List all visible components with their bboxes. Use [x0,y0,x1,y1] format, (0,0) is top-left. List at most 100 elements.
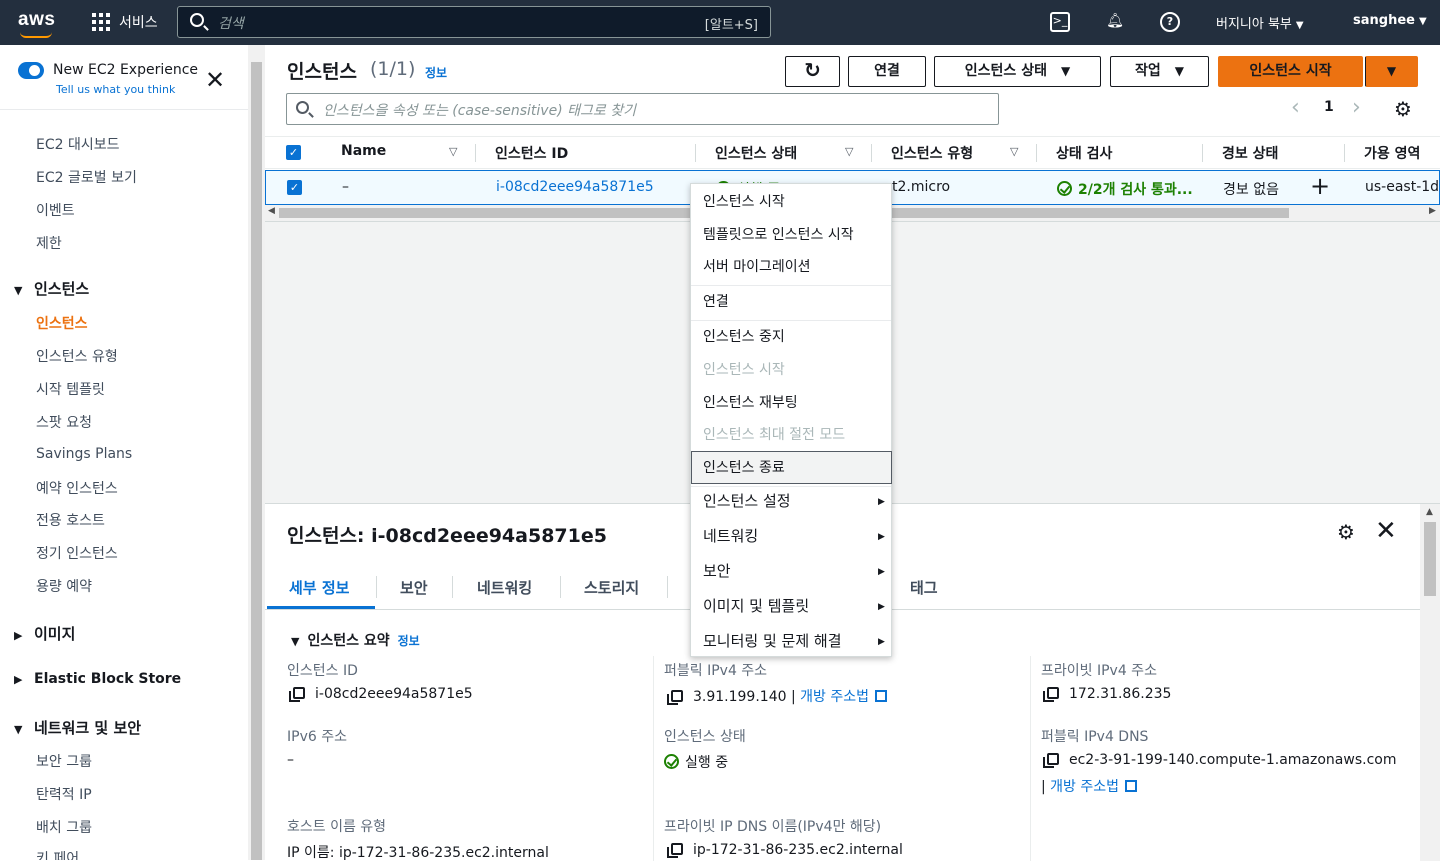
sidebar-item-launch-templates[interactable]: 시작 템플릿 [36,379,105,399]
split-panel-settings-icon[interactable]: ⚙ [1337,520,1355,544]
menu-item-server-migration[interactable]: 서버 마이그레이션 [703,256,811,276]
launch-instances-button[interactable]: 인스턴스 시작 [1218,56,1363,87]
instance-state-button[interactable]: 인스턴스 상태 ▼ [934,56,1101,87]
sidebar-item-instances[interactable]: 인스턴스 [36,313,88,333]
external-link-icon[interactable] [1125,780,1138,792]
feedback-link[interactable]: Tell us what you think [56,83,175,96]
copy-icon[interactable] [667,843,683,858]
tab-details[interactable]: 세부 정보 [289,577,349,598]
info-link[interactable]: 정보 [425,64,447,81]
column-header-instance-type[interactable]: 인스턴스 유형 [891,143,973,163]
sort-icon[interactable]: ▽ [449,145,457,158]
menu-item-terminate-instance[interactable]: 인스턴스 종료 [703,457,785,477]
details-vertical-scrollbar[interactable]: ▲ [1420,504,1440,861]
menu-item-networking[interactable]: 네트워킹 [703,525,758,546]
menu-item-stop-instance[interactable]: 인스턴스 중지 [703,326,785,346]
notifications-bell-icon[interactable]: 🔔︎ [1105,12,1125,32]
copy-icon[interactable] [1043,687,1059,702]
account-menu[interactable]: sanghee ▼ [1353,13,1427,28]
sidebar-item-instance-types[interactable]: 인스턴스 유형 [36,346,118,366]
open-address-link[interactable]: 개방 주소법 [1050,779,1119,795]
sidebar-section-instances[interactable]: ▼ 인스턴스 [14,278,89,299]
open-address-link[interactable]: 개방 주소법 [800,689,869,705]
menu-item-image-and-templates[interactable]: 이미지 및 템플릿 [703,595,809,616]
menu-item-connect[interactable]: 연결 [703,291,729,311]
sidebar-item-elastic-ips[interactable]: 탄력적 IP [36,784,92,804]
copy-icon[interactable] [1043,753,1059,768]
copy-icon[interactable] [667,690,683,705]
close-sidebar-icon[interactable]: ✕ [205,68,225,92]
sort-icon[interactable]: ▽ [845,145,853,158]
next-page-icon[interactable]: › [1352,95,1361,120]
sidebar-section-ebs[interactable]: ▶ Elastic Block Store [14,671,181,687]
scroll-right-icon[interactable]: ▶ [1429,206,1436,216]
column-header-availability-zone[interactable]: 가용 영역 [1364,143,1420,163]
sidebar-section-images[interactable]: ▶ 이미지 [14,623,75,644]
actions-button[interactable]: 작업 ▼ [1110,56,1209,87]
column-header-name[interactable]: Name [341,143,386,159]
caret-down-icon: ▼ [291,635,300,648]
refresh-button[interactable]: ↻ [785,56,840,87]
region-selector[interactable]: 버지니아 북부 ▼ [1216,13,1304,32]
sidebar-scrollbar-thumb[interactable] [251,62,262,860]
copy-icon[interactable] [289,687,305,702]
cell-instance-id-link[interactable]: i-08cd2eee94a5871e5 [496,179,654,195]
close-icon[interactable]: ✕ [1375,516,1397,546]
cloudshell-icon[interactable]: >_ [1050,12,1070,32]
scroll-left-icon[interactable]: ◀ [268,206,275,216]
menu-item-monitor-troubleshoot[interactable]: 모니터링 및 문제 해결 [703,630,842,651]
instance-summary-header[interactable]: ▼ 인스턴스 요약 정보 [291,630,420,650]
sidebar-item-limits[interactable]: 제한 [36,233,62,253]
preferences-gear-icon[interactable]: ⚙ [1394,97,1412,121]
column-header-alarm-status[interactable]: 경보 상태 [1222,143,1278,163]
tab-networking[interactable]: 네트워킹 [477,577,532,598]
column-header-instance-id[interactable]: 인스턴스 ID [495,143,568,163]
global-search-input[interactable]: 검색 [알트+S] [177,6,771,38]
menu-item-launch-from-template[interactable]: 템플릿으로 인스턴스 시작 [703,224,854,244]
scrollbar-thumb[interactable] [1424,522,1436,596]
previous-page-icon[interactable]: ‹ [1291,95,1300,120]
info-link[interactable]: 정보 [398,634,420,648]
menu-item-launch-instances[interactable]: 인스턴스 시작 [703,191,785,211]
external-link-icon[interactable] [875,690,887,702]
column-divider [1030,656,1031,861]
page-number[interactable]: 1 [1324,99,1334,115]
sidebar-item-savings-plans[interactable]: Savings Plans [36,446,132,462]
sidebar-item-spot-requests[interactable]: 스팟 요청 [36,412,92,432]
row-checkbox[interactable]: ✓ [287,180,302,195]
filter-placeholder: 인스턴스을 속성 또는 (case-sensitive) 태그로 찾기 [323,103,636,119]
column-header-status-check[interactable]: 상태 검사 [1056,143,1112,163]
new-experience-toggle[interactable] [18,62,44,79]
services-menu-button[interactable]: 서비스 [92,12,158,32]
menu-item-instance-settings[interactable]: 인스턴스 설정 [703,490,791,511]
sidebar-item-scheduled-instances[interactable]: 정기 인스턴스 [36,543,118,563]
sidebar-item-key-pairs[interactable]: 키 페어 [36,848,79,860]
tab-storage[interactable]: 스토리지 [584,577,639,598]
search-icon [190,13,204,27]
sidebar-item-global-view[interactable]: EC2 글로벌 보기 [36,167,137,187]
select-all-checkbox[interactable]: ✓ [286,145,301,160]
menu-item-security[interactable]: 보안 [703,560,731,581]
sidebar-item-security-groups[interactable]: 보안 그룹 [36,751,92,771]
sidebar-item-capacity-reservations[interactable]: 용량 예약 [36,576,92,596]
filter-instances-input[interactable]: 인스턴스을 속성 또는 (case-sensitive) 태그로 찾기 [286,93,999,125]
sidebar-item-dashboard[interactable]: EC2 대시보드 [36,134,120,154]
menu-item-reboot-instance[interactable]: 인스턴스 재부팅 [703,392,798,412]
tab-security[interactable]: 보안 [400,577,428,598]
summary-label: 인스턴스 요약 [307,633,390,649]
connect-button[interactable]: 연결 [848,56,926,87]
aws-logo[interactable]: aws [18,9,55,31]
sort-icon[interactable]: ▽ [1010,145,1018,158]
sidebar-item-placement-groups[interactable]: 배치 그룹 [36,817,92,837]
sidebar-item-dedicated-hosts[interactable]: 전용 호스트 [36,510,105,530]
menu-divider [691,486,891,487]
add-alarm-icon[interactable]: + [1310,172,1330,200]
help-icon[interactable]: ? [1160,12,1180,32]
launch-dropdown-button[interactable]: ▼ [1365,56,1418,87]
column-header-instance-state[interactable]: 인스턴스 상태 [715,143,797,163]
sidebar-section-network[interactable]: ▼ 네트워크 및 보안 [14,717,141,738]
tab-tags[interactable]: 태그 [910,577,938,598]
sidebar-item-reserved-instances[interactable]: 예약 인스턴스 [36,478,118,498]
scroll-up-icon[interactable]: ▲ [1426,507,1433,517]
sidebar-item-events[interactable]: 이벤트 [36,200,75,220]
